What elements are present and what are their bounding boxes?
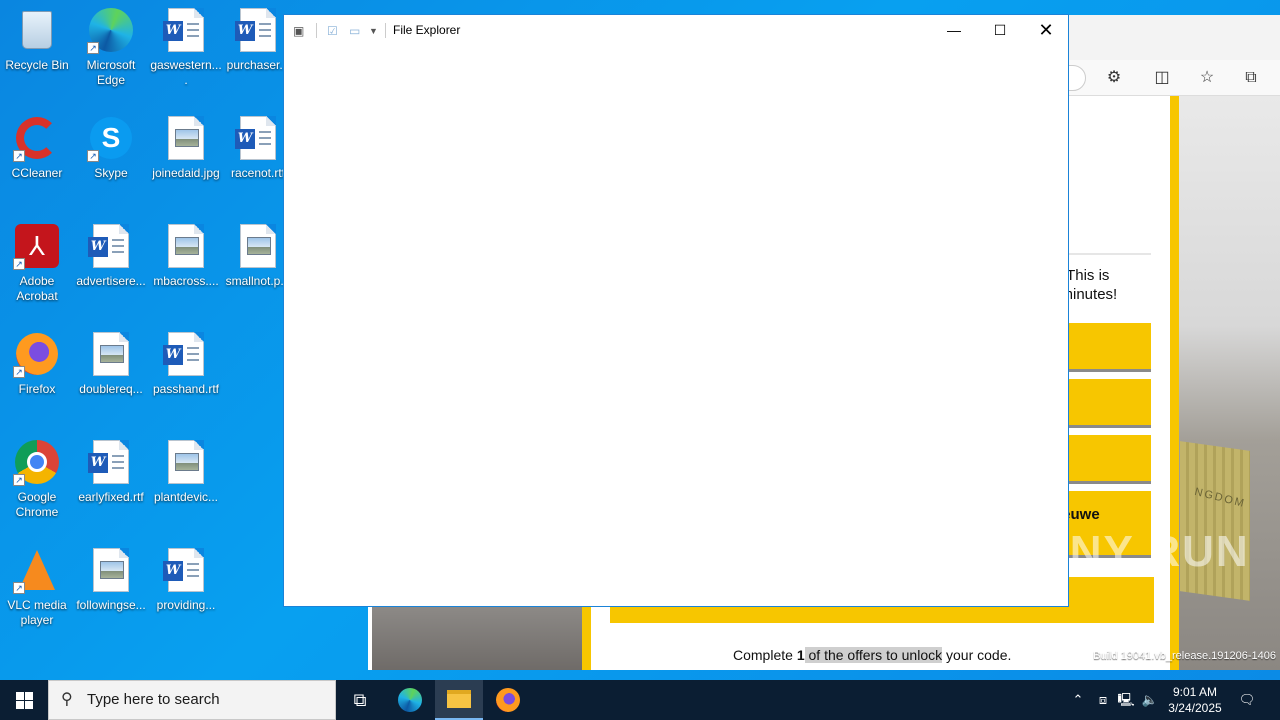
properties-icon[interactable]: ☑ <box>327 23 338 39</box>
image-file-icon <box>162 438 210 486</box>
desktop-icon-earlyfixed[interactable]: W earlyfixed.rtf <box>74 438 148 505</box>
word-doc-icon: W <box>87 438 135 486</box>
desktop-icon-passhand[interactable]: W passhand.rtf <box>149 330 223 397</box>
task-view-icon[interactable]: ⧉ <box>336 680 384 720</box>
taskbar: ⚲ Type here to search ⧉ ⌃ ⧈ 🖳 🔈 9:01 AM … <box>0 680 1280 720</box>
collections-icon[interactable]: ⧉ <box>1240 67 1262 89</box>
desktop-icon-providing[interactable]: W providing... <box>149 546 223 613</box>
desktop-icon-mbacross[interactable]: mbacross.... <box>149 222 223 289</box>
content-divider <box>1058 253 1151 255</box>
desktop-icon-gaswestern[interactable]: W gaswestern.... <box>149 6 223 88</box>
show-hidden-icons-chevron-icon[interactable]: ⌃ <box>1068 680 1088 720</box>
desktop-icon-joinedaid[interactable]: joinedaid.jpg <box>149 114 223 181</box>
word-doc-icon: W <box>234 6 282 54</box>
desktop-icon-recycle-bin[interactable]: Recycle Bin <box>0 6 74 73</box>
chrome-icon: ↗ <box>13 438 61 486</box>
page-background-image <box>372 606 582 670</box>
firefox-icon: ↗ <box>13 330 61 378</box>
extensions-icon[interactable]: ⚙ <box>1103 67 1125 89</box>
page-yellow-border-right <box>1170 96 1179 670</box>
word-doc-icon: W <box>162 330 210 378</box>
offer-button-1[interactable] <box>1058 323 1151 372</box>
new-folder-icon[interactable]: ▭ <box>349 23 360 39</box>
image-file-icon <box>162 222 210 270</box>
network-device-icon[interactable]: ⧈ <box>1093 680 1113 720</box>
quick-access-dropdown-icon[interactable]: ▼ <box>369 23 378 39</box>
close-icon[interactable]: ✕ <box>1023 15 1069 46</box>
desktop-icon-microsoft-edge[interactable]: ↗ Microsoft Edge <box>74 6 148 88</box>
taskbar-search-box[interactable]: ⚲ Type here to search <box>48 680 336 720</box>
complete-offers-text: Complete 1 of the offers to unlock your … <box>733 647 1012 663</box>
image-file-icon <box>87 546 135 594</box>
desktop-icon-vlc[interactable]: ↗ VLC media player <box>0 546 74 628</box>
desktop-icon-doublereq[interactable]: doublereq... <box>74 330 148 397</box>
windows-build-text: Build 19041.vb_release.191206-1406 <box>1093 650 1276 662</box>
taskbar-file-explorer-icon[interactable] <box>435 680 483 720</box>
taskbar-edge-icon[interactable] <box>386 680 434 720</box>
image-file-icon <box>87 330 135 378</box>
image-file-icon <box>234 222 282 270</box>
start-button[interactable] <box>0 680 48 720</box>
skype-icon: S ↗ <box>87 114 135 162</box>
recycle-bin-icon <box>13 6 61 54</box>
window-title: File Explorer <box>393 23 461 37</box>
desktop-icon-adobe-acrobat[interactable]: ⅄ ↗ Adobe Acrobat <box>0 222 74 304</box>
search-placeholder: Type here to search <box>87 691 220 708</box>
desktop-icon-firefox[interactable]: ↗ Firefox <box>0 330 74 397</box>
edge-icon: ↗ <box>87 6 135 54</box>
word-doc-icon: W <box>234 114 282 162</box>
volume-icon[interactable]: 🔈 <box>1140 680 1160 720</box>
desktop-icon-ccleaner[interactable]: ↗ CCleaner <box>0 114 74 181</box>
notifications-icon[interactable]: 🗨 <box>1236 680 1258 720</box>
split-screen-icon[interactable]: ◫ <box>1151 67 1173 89</box>
ccleaner-icon: ↗ <box>13 114 61 162</box>
minimize-icon[interactable]: — <box>931 15 977 46</box>
desktop-icon-advertisere[interactable]: W advertisere... <box>74 222 148 289</box>
vlc-icon: ↗ <box>13 546 61 594</box>
clock-date: 3/24/2025 <box>1168 701 1222 715</box>
offer-button-3[interactable] <box>1058 435 1151 484</box>
word-doc-icon: W <box>87 222 135 270</box>
offer-button-2[interactable] <box>1058 379 1151 428</box>
desktop-icon-plantdevic[interactable]: plantdevic... <box>149 438 223 505</box>
maximize-icon[interactable]: ☐ <box>977 15 1023 46</box>
file-explorer-window[interactable]: ▣ ☑ ▭ ▼ File Explorer — ☐ ✕ <box>283 14 1069 607</box>
desktop-icon-followingse[interactable]: followingse... <box>74 546 148 613</box>
desktop-icon-skype[interactable]: S ↗ Skype <box>74 114 148 181</box>
word-doc-icon: W <box>162 546 210 594</box>
favorites-icon[interactable]: ☆ <box>1196 67 1218 89</box>
clock-time: 9:01 AM <box>1172 685 1218 699</box>
explorer-app-icon[interactable]: ▣ <box>293 23 304 39</box>
network-icon[interactable]: 🖳 <box>1116 680 1136 720</box>
image-file-icon <box>162 114 210 162</box>
word-doc-icon: W <box>162 6 210 54</box>
taskbar-clock[interactable]: 9:01 AM 3/24/2025 <box>1160 684 1230 716</box>
explorer-title-bar[interactable]: ▣ ☑ ▭ ▼ File Explorer — ☐ ✕ <box>284 15 1068 46</box>
search-icon: ⚲ <box>61 691 73 708</box>
explorer-content-area <box>284 46 1068 606</box>
acrobat-icon: ⅄ ↗ <box>13 222 61 270</box>
desktop-icon-google-chrome[interactable]: ↗ Google Chrome <box>0 438 74 520</box>
taskbar-firefox-icon[interactable] <box>484 680 532 720</box>
